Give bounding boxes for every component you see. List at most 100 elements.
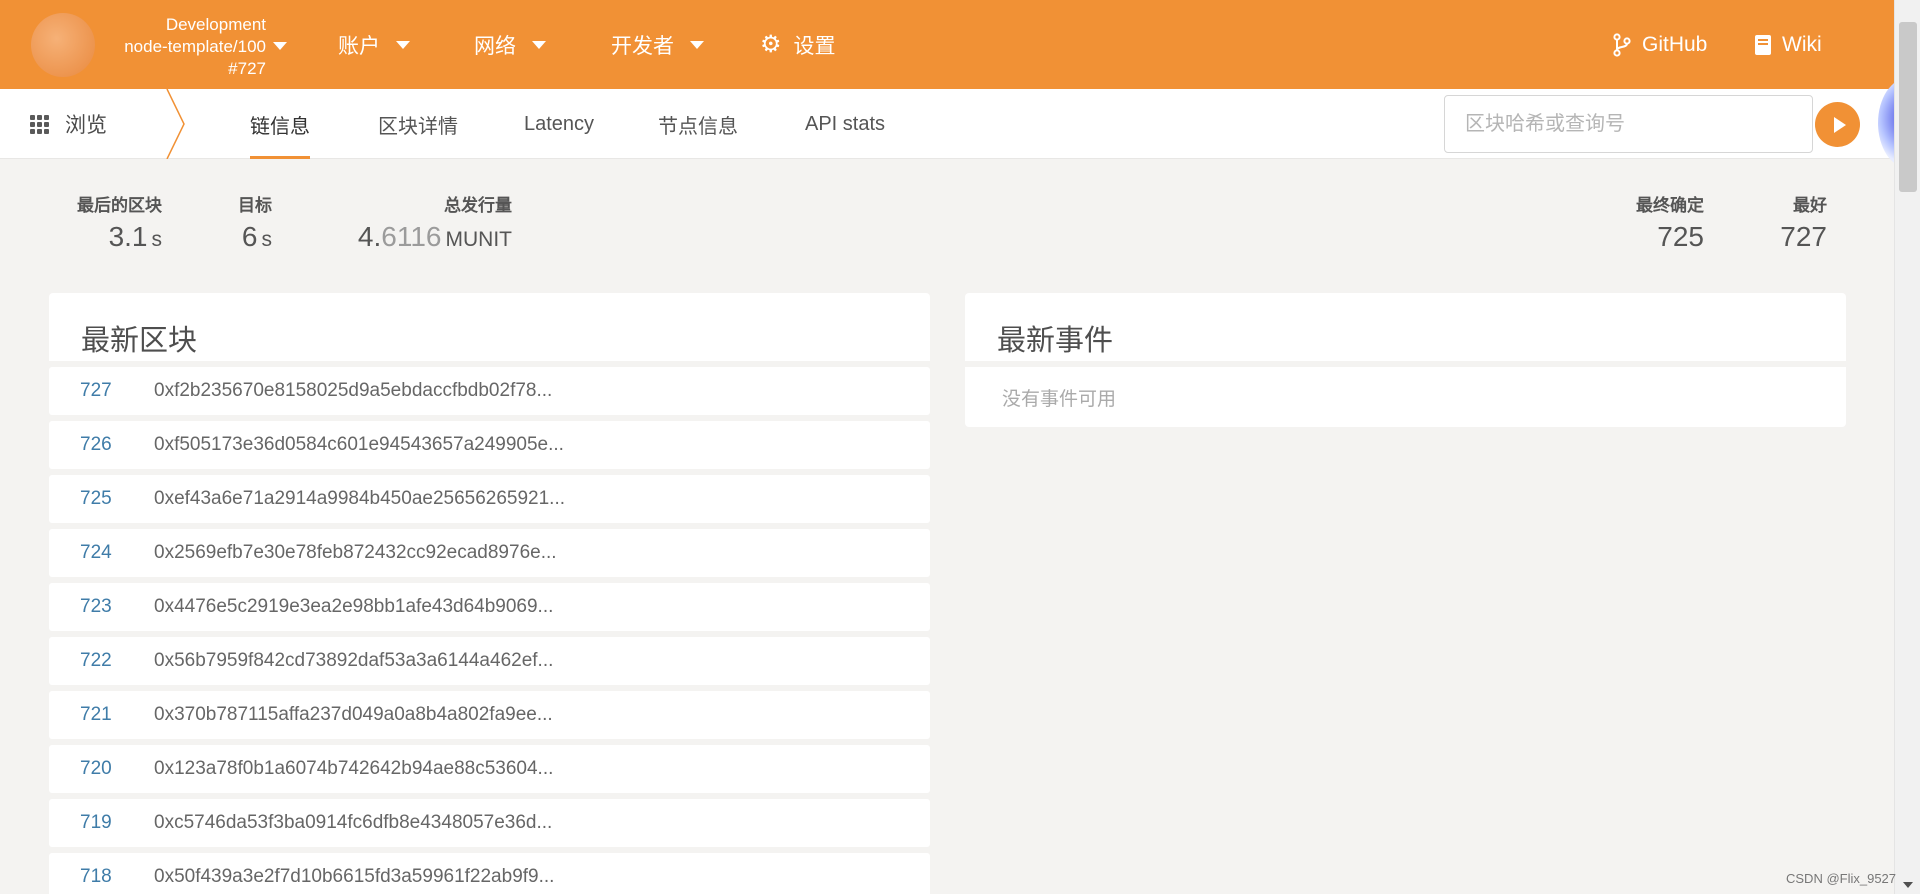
table-row: 719 0xc5746da53f3ba0914fc6dfb8e4348057e3… <box>49 799 930 847</box>
menu-settings-label: 设置 <box>793 34 836 58</box>
top-navbar: Development node-template/100 #727 账户 网络… <box>0 0 1894 89</box>
table-row: 726 0xf505173e36d0584c601e94543657a24990… <box>49 421 930 469</box>
breadcrumb-divider-icon <box>166 89 185 159</box>
stat-finalized: 最终确定 725 <box>1618 195 1704 255</box>
chain-name: Development <box>165 15 266 34</box>
stat-total-issuance-integer: 4. <box>357 221 382 252</box>
block-number-link[interactable]: 719 <box>49 812 154 834</box>
book-icon <box>1754 34 1772 56</box>
chain-selector-chevron-down-icon[interactable] <box>273 42 287 50</box>
scrollbar-thumb[interactable] <box>1899 22 1917 192</box>
block-number-link[interactable]: 720 <box>49 758 154 780</box>
stat-target-label: 目标 <box>238 196 272 215</box>
block-number-link[interactable]: 721 <box>49 704 154 726</box>
menu-developer-label: 开发者 <box>611 34 674 58</box>
tab-chain-info[interactable]: 链信息 <box>250 89 310 159</box>
tab-node-info[interactable]: 节点信息 <box>658 89 738 159</box>
gear-icon: ⚙ <box>760 31 782 58</box>
tab-latency[interactable]: Latency <box>524 89 594 159</box>
block-hash: 0xf505173e36d0584c601e94543657a249905e..… <box>154 434 564 455</box>
search-submit-play-icon[interactable] <box>1815 102 1860 147</box>
recent-events-header: 最新事件 <box>965 293 1846 361</box>
wiki-label: Wiki <box>1782 32 1822 56</box>
browse-label: 浏览 <box>65 114 107 137</box>
stat-last-block-label: 最后的区块 <box>77 196 162 215</box>
stat-last-block-value: 3.1 s <box>68 219 162 258</box>
tab-block-details-label: 区块详情 <box>378 115 458 138</box>
table-row: 724 0x2569efb7e30e78feb872432cc92ecad897… <box>49 529 930 577</box>
scroll-down-arrow-icon[interactable] <box>1903 882 1913 888</box>
node-version: node-template/100 <box>124 37 266 56</box>
menu-network[interactable]: 网络 <box>474 0 546 89</box>
tab-node-info-label: 节点信息 <box>658 115 738 138</box>
menu-settings[interactable]: ⚙ 设置 <box>760 0 836 89</box>
tab-chain-info-label: 链信息 <box>250 115 310 138</box>
watermark: CSDN @Flix_9527 <box>1786 871 1897 886</box>
table-row: 721 0x370b787115affa237d049a0a8b4a802fa9… <box>49 691 930 739</box>
block-hash: 0x4476e5c2919e3ea2e98bb1afe43d64b9069... <box>154 596 554 617</box>
tab-api-stats-label: API stats <box>805 112 886 135</box>
block-hash: 0x123a78f0b1a6074b742642b94ae88c53604... <box>154 758 554 779</box>
sub-navbar: 浏览 链信息 区块详情 Latency 节点信息 API stats <box>0 89 1894 159</box>
stat-best: 最好 727 <box>1770 195 1827 255</box>
stat-best-label: 最好 <box>1793 196 1827 215</box>
chain-logo[interactable] <box>31 13 95 77</box>
stat-target-value: 6s <box>224 219 272 258</box>
stat-last-block: 最后的区块 3.1 s <box>68 195 162 258</box>
menu-network-label: 网络 <box>474 34 516 58</box>
stat-total-issuance: 总发行量 4.6116 MUNIT <box>330 195 512 258</box>
block-number-link[interactable]: 722 <box>49 650 154 672</box>
block-hash: 0x2569efb7e30e78feb872432cc92ecad8976e..… <box>154 542 557 563</box>
wiki-link[interactable]: Wiki <box>1754 0 1822 89</box>
block-search-input[interactable] <box>1444 95 1813 153</box>
stat-finalized-value: 725 <box>1657 221 1704 252</box>
recent-events-title: 最新事件 <box>997 325 1114 357</box>
tab-api-stats[interactable]: API stats <box>805 89 885 159</box>
no-events-text: 没有事件可用 <box>1002 388 1117 410</box>
stat-target: 目标 6s <box>224 195 272 258</box>
stat-last-block-unit: s <box>151 228 163 251</box>
block-hash: 0xc5746da53f3ba0914fc6dfb8e4348057e36d..… <box>154 812 553 833</box>
menu-accounts[interactable]: 账户 <box>338 0 410 89</box>
menu-accounts-label: 账户 <box>338 34 380 58</box>
page-scrollbar[interactable] <box>1894 0 1920 894</box>
stat-target-unit: s <box>261 228 273 251</box>
block-number-link[interactable]: 727 <box>49 380 154 402</box>
tab-block-details[interactable]: 区块详情 <box>378 89 458 159</box>
browse-menu[interactable]: 浏览 <box>30 89 107 159</box>
stat-finalized-label: 最终确定 <box>1636 196 1704 215</box>
stat-total-issuance-decimals: 6116 <box>381 221 442 252</box>
stat-total-issuance-value: 4.6116 MUNIT <box>330 219 512 258</box>
block-hash: 0xef43a6e71a2914a9984b450ae25656265921..… <box>154 488 566 509</box>
block-hash: 0xf2b235670e8158025d9a5ebdaccfbdb02f78..… <box>154 380 553 401</box>
chain-selector[interactable]: Development node-template/100 #727 <box>108 14 266 80</box>
github-link[interactable]: GitHub <box>1612 0 1707 89</box>
recent-blocks-header: 最新区块 <box>49 293 930 361</box>
block-hash: 0x50f439a3e2f7d10b6615fd3a59961f22ab9f9.… <box>154 866 555 887</box>
stat-total-issuance-label: 总发行量 <box>444 196 512 215</box>
stat-total-issuance-unit: MUNIT <box>445 228 513 251</box>
stat-last-block-number: 3.1 <box>108 221 148 252</box>
stat-target-number: 6 <box>241 221 258 252</box>
table-row: 722 0x56b7959f842cd73892daf53a3a6144a462… <box>49 637 930 685</box>
stat-best-value: 727 <box>1780 221 1827 252</box>
chevron-down-icon <box>532 40 546 49</box>
block-number-link[interactable]: 723 <box>49 596 154 618</box>
chevron-down-icon <box>690 40 704 49</box>
menu-developer[interactable]: 开发者 <box>611 0 704 89</box>
tab-latency-label: Latency <box>524 112 595 135</box>
github-label: GitHub <box>1642 32 1708 56</box>
recent-events-empty: 没有事件可用 <box>965 367 1846 427</box>
table-row: 725 0xef43a6e71a2914a9984b450ae256562659… <box>49 475 930 523</box>
block-number-link[interactable]: 718 <box>49 866 154 888</box>
chevron-down-icon <box>396 40 410 49</box>
table-row: 727 0xf2b235670e8158025d9a5ebdaccfbdb02f… <box>49 367 930 415</box>
block-number-link[interactable]: 726 <box>49 434 154 456</box>
apps-grid-icon <box>30 114 49 134</box>
recent-blocks-title: 最新区块 <box>81 325 198 357</box>
table-row: 718 0x50f439a3e2f7d10b6615fd3a59961f22ab… <box>49 853 930 894</box>
block-number-link[interactable]: 724 <box>49 542 154 564</box>
table-row: 723 0x4476e5c2919e3ea2e98bb1afe43d64b906… <box>49 583 930 631</box>
table-row: 720 0x123a78f0b1a6074b742642b94ae88c5360… <box>49 745 930 793</box>
block-number-link[interactable]: 725 <box>49 488 154 510</box>
